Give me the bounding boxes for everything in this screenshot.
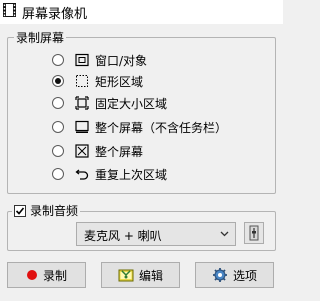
screen-recorder-window: 屏幕录像机 录制屏幕 窗口/对象 矩形区域 固定大小区域 整个屏幕（不含任务栏）… — [0, 0, 283, 301]
option-label: 窗口/对象 — [95, 53, 148, 68]
repeat-last-region-icon — [75, 169, 89, 180]
fixed-size-region-icon — [75, 96, 89, 110]
options-button-label: 选项 — [232, 268, 257, 283]
audio-source-select[interactable]: 麦克风 + 喇叭 — [76, 222, 236, 246]
edit-button[interactable]: 编辑 — [101, 262, 180, 288]
window-title: 屏幕录像机 — [22, 7, 88, 22]
radio-screen-no-taskbar[interactable] — [52, 121, 64, 133]
record-button-label: 录制 — [42, 268, 67, 283]
record-button[interactable]: 录制 — [7, 262, 86, 288]
option-repeat-last-region[interactable]: 重复上次区域 — [52, 164, 167, 184]
options-button[interactable]: 选项 — [195, 262, 274, 288]
record-audio-checkbox[interactable] — [14, 204, 26, 217]
option-label: 固定大小区域 — [95, 96, 168, 111]
option-label: 整个屏幕（不含任务栏） — [95, 120, 228, 135]
option-window-object[interactable]: 窗口/对象 — [52, 50, 147, 70]
audio-mixer-button[interactable] — [244, 222, 264, 244]
option-label: 整个屏幕 — [95, 144, 144, 159]
app-film-icon — [3, 3, 16, 17]
window-object-icon — [75, 53, 89, 67]
mixer-icon — [249, 225, 259, 241]
option-label: 重复上次区域 — [95, 167, 168, 182]
audio-source-value: 麦克风 + 喇叭 — [84, 229, 162, 243]
option-fixed-size-region[interactable]: 固定大小区域 — [52, 93, 167, 113]
title-bar: 屏幕录像机 — [0, 0, 283, 24]
radio-fixed-size-region[interactable] — [52, 97, 64, 109]
option-screen-no-taskbar[interactable]: 整个屏幕（不含任务栏） — [52, 117, 227, 137]
record-audio-label: 录制音频 — [30, 204, 79, 218]
edit-film-icon — [118, 269, 134, 282]
screen-no-taskbar-icon — [75, 120, 89, 133]
record-dot-icon — [26, 270, 37, 280]
gear-icon — [212, 268, 227, 282]
option-rectangle-region[interactable]: 矩形区域 — [52, 71, 143, 91]
edit-button-label: 编辑 — [138, 268, 163, 283]
option-label: 矩形区域 — [95, 74, 144, 89]
rectangle-region-icon — [76, 75, 88, 87]
radio-fullscreen[interactable] — [52, 145, 64, 157]
chevron-down-icon — [220, 231, 229, 237]
radio-repeat-last-region[interactable] — [52, 168, 64, 180]
fullscreen-icon — [75, 144, 89, 158]
checkmark-icon — [15, 206, 25, 215]
record-audio-toggle[interactable]: 录制音频 — [12, 202, 81, 219]
radio-rectangle-region[interactable] — [52, 75, 64, 87]
option-fullscreen[interactable]: 整个屏幕 — [52, 141, 143, 161]
capture-mode-legend: 录制屏幕 — [14, 29, 67, 46]
radio-window-object[interactable] — [52, 54, 64, 66]
